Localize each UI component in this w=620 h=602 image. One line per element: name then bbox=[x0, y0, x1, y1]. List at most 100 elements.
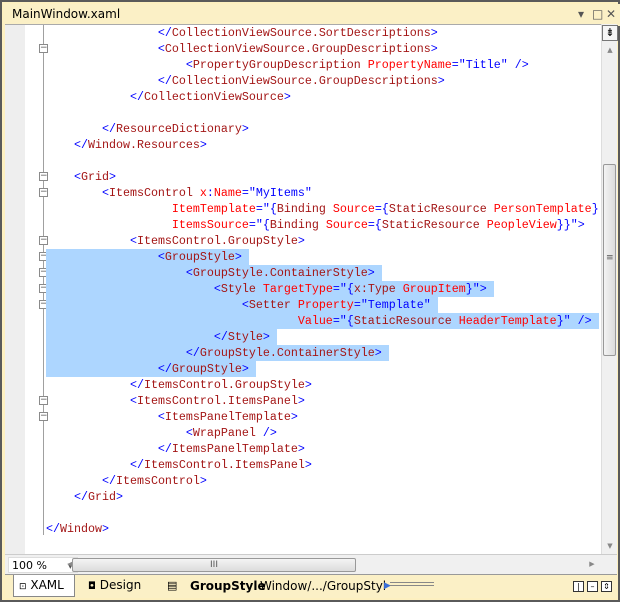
splitter-handle[interactable] bbox=[390, 582, 434, 586]
code-line[interactable]: ItemTemplate="{Binding Source={StaticRes… bbox=[46, 201, 599, 217]
code-token: Window bbox=[60, 522, 102, 536]
code-token: > bbox=[290, 410, 298, 424]
code-token: "Title" bbox=[458, 58, 508, 72]
code-line[interactable]: </ItemsControl.ItemsPanel> bbox=[46, 457, 312, 473]
code-token: HeaderTemplate bbox=[451, 314, 557, 328]
code-token: ResourceDictionary bbox=[115, 122, 242, 136]
zoom-value: 100 % bbox=[12, 559, 47, 572]
vertical-scrollbar[interactable]: ⇟ ▲ ≡ ▼ bbox=[601, 24, 618, 554]
code-token: : bbox=[206, 186, 214, 200]
code-line[interactable]: </ResourceDictionary> bbox=[46, 121, 249, 137]
code-line[interactable]: </CollectionViewSource.GroupDescriptions… bbox=[46, 73, 445, 89]
code-token: Binding bbox=[276, 202, 326, 216]
code-line[interactable]: </GroupStyle.ContainerStyle> bbox=[46, 345, 389, 361]
scroll-right-icon[interactable]: ▶ bbox=[587, 560, 597, 568]
tab-xaml[interactable]: ⊡ XAML bbox=[13, 575, 75, 597]
code-token: > bbox=[101, 522, 109, 536]
code-line[interactable]: </Window> bbox=[46, 521, 109, 537]
code-token: </ bbox=[157, 442, 172, 456]
code-token: }"> bbox=[465, 282, 487, 296]
code-line[interactable]: <GroupStyle.ContainerStyle> bbox=[46, 265, 382, 281]
code-line[interactable]: </Grid> bbox=[46, 489, 123, 505]
code-token: PropertyGroupDescription bbox=[192, 58, 361, 72]
code-token: ={ bbox=[374, 202, 389, 216]
code-line[interactable]: <Setter Property="Template" bbox=[46, 297, 438, 313]
code-line[interactable]: <CollectionViewSource.GroupDescriptions> bbox=[46, 41, 438, 57]
code-token: < bbox=[185, 426, 193, 440]
code-line[interactable]: <ItemsControl.ItemsPanel> bbox=[46, 393, 305, 409]
code-token: < bbox=[157, 250, 165, 264]
code-line[interactable]: </CollectionViewSource.SortDescriptions> bbox=[46, 25, 438, 41]
code-line[interactable]: Value="{StaticResource HeaderTemplate}" … bbox=[46, 313, 599, 329]
line-content: </ItemsControl.GroupStyle> bbox=[46, 378, 312, 392]
code-token: ItemsControl.ItemsPanel bbox=[136, 394, 298, 408]
code-line[interactable]: <WrapPanel /> bbox=[46, 425, 277, 441]
code-line[interactable]: </Window.Resources> bbox=[46, 137, 207, 153]
selection-highlight: </Style> bbox=[46, 329, 277, 345]
code-line[interactable]: </GroupStyle> bbox=[46, 361, 256, 377]
code-token: < bbox=[241, 298, 249, 312]
code-token: </ bbox=[46, 522, 60, 536]
dropdown-icon[interactable]: ▾ bbox=[578, 7, 584, 21]
code-line[interactable]: </ItemsControl.GroupStyle> bbox=[46, 377, 312, 393]
code-token: > bbox=[297, 442, 305, 456]
code-token: ="{ bbox=[332, 282, 354, 296]
scroll-down-icon[interactable]: ▼ bbox=[602, 542, 618, 550]
code-token: Style bbox=[220, 282, 256, 296]
breadcrumb-path[interactable]: Window/.../GroupStyl bbox=[260, 579, 386, 593]
code-line[interactable]: ItemsSource="{Binding Source={StaticReso… bbox=[46, 217, 585, 233]
code-token: > bbox=[367, 266, 375, 280]
scroll-up-icon[interactable]: ▲ bbox=[602, 46, 618, 54]
line-content: </CollectionViewSource.SortDescriptions> bbox=[46, 26, 438, 40]
document-outline-icon[interactable]: ▤ bbox=[167, 579, 177, 592]
line-content: <ItemsPanelTemplate> bbox=[46, 410, 298, 424]
horizontal-scroll-thumb[interactable]: III bbox=[72, 558, 356, 572]
code-token: ItemsPanelTemplate bbox=[164, 410, 291, 424]
code-token: > bbox=[199, 138, 207, 152]
collapse-pane-icon[interactable]: ⇕ bbox=[601, 581, 612, 592]
document-title[interactable]: MainWindow.xaml bbox=[12, 7, 120, 21]
code-line[interactable]: <PropertyGroupDescription PropertyName="… bbox=[46, 57, 529, 73]
code-token: > bbox=[241, 362, 249, 376]
code-line[interactable]: <GroupStyle> bbox=[46, 249, 249, 265]
code-line[interactable]: </CollectionViewSource> bbox=[46, 89, 291, 105]
breadcrumb-current[interactable]: GroupStyle bbox=[190, 579, 266, 593]
grip-icon: ≡ bbox=[606, 253, 614, 263]
code-token: PeopleView bbox=[479, 218, 557, 232]
code-line[interactable]: </Style> bbox=[46, 329, 277, 345]
code-token: Source bbox=[325, 202, 375, 216]
code-line[interactable]: <ItemsControl x:Name="MyItems" bbox=[46, 185, 312, 201]
code-token: </ bbox=[185, 346, 200, 360]
horizontal-split-icon[interactable]: – bbox=[587, 581, 598, 592]
code-line[interactable]: <Style TargetType="{x:Type GroupItem}"> bbox=[46, 281, 494, 297]
maximize-button[interactable]: □ bbox=[592, 7, 603, 21]
code-line[interactable]: <Grid> bbox=[46, 169, 116, 185]
code-token: Source bbox=[318, 218, 368, 232]
tab-design[interactable]: ◘ Design bbox=[83, 575, 153, 597]
code-token: }" /> bbox=[556, 314, 592, 328]
code-token: Grid bbox=[87, 490, 116, 504]
code-token: Window.Resources bbox=[87, 138, 200, 152]
code-token: Value bbox=[297, 314, 333, 328]
vertical-split-icon[interactable]: | bbox=[573, 581, 584, 592]
close-button[interactable]: ✕ bbox=[606, 7, 616, 21]
line-content: </ItemsPanelTemplate> bbox=[46, 442, 305, 456]
code-editor[interactable]: − − − − − − − − − − </CollectionViewSource.SortDe… bbox=[5, 24, 601, 554]
code-token: </ bbox=[101, 474, 116, 488]
code-token: GroupStyle bbox=[164, 250, 235, 264]
code-line[interactable]: <ItemsControl.GroupStyle> bbox=[46, 233, 305, 249]
line-content: </ItemsControl.ItemsPanel> bbox=[46, 458, 312, 472]
code-token: > bbox=[199, 474, 207, 488]
vertical-scroll-thumb[interactable]: ≡ bbox=[603, 164, 616, 356]
code-token: ="{ bbox=[248, 218, 270, 232]
code-token: CollectionViewSource.SortDescriptions bbox=[171, 26, 431, 40]
code-token: </ bbox=[101, 122, 116, 136]
split-view-button[interactable]: ⇟ bbox=[602, 25, 618, 41]
code-line[interactable]: </ItemsPanelTemplate> bbox=[46, 441, 305, 457]
line-content: <ItemsControl.GroupStyle> bbox=[46, 234, 305, 248]
code-token: < bbox=[73, 170, 81, 184]
code-line[interactable]: </ItemsControl> bbox=[46, 473, 207, 489]
code-line[interactable]: <ItemsPanelTemplate> bbox=[46, 409, 298, 425]
code-token: > bbox=[262, 330, 270, 344]
code-token: "Template" bbox=[360, 298, 431, 312]
